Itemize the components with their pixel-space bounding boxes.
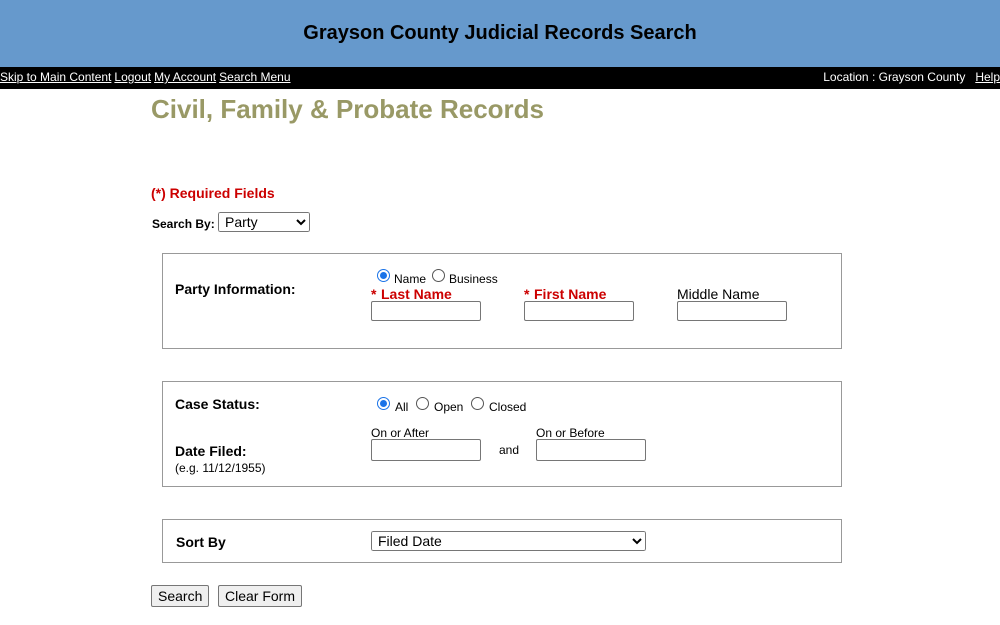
case-status-panel: Case Status: All Open Closed Date Filed:…: [162, 381, 842, 487]
header-banner: Grayson County Judicial Records Search: [0, 0, 1000, 67]
case-status-label: Case Status:: [175, 396, 260, 412]
search-button[interactable]: Search: [151, 585, 210, 607]
last-name-input[interactable]: [371, 301, 481, 321]
help-link[interactable]: Help: [975, 70, 1000, 84]
status-all-label: All: [395, 400, 409, 414]
business-radio-label: Business: [449, 272, 498, 286]
date-on-or-after-input[interactable]: [371, 439, 481, 461]
business-radio[interactable]: [432, 269, 445, 282]
status-closed-radio[interactable]: [471, 397, 484, 410]
sort-by-panel: Sort By Filed Date: [162, 519, 842, 563]
name-radio-label: Name: [394, 272, 427, 286]
site-title: Grayson County Judicial Records Search: [303, 22, 697, 44]
sort-by-label: Sort By: [176, 534, 226, 550]
location-text: Location : Grayson County: [823, 70, 966, 84]
on-or-after-label: On or After: [371, 426, 430, 440]
top-nav-bar: Skip to Main Content Logout My Account Sear…: [0, 67, 1000, 89]
date-format-example: (e.g. 11/12/1955): [175, 461, 266, 475]
date-on-or-before-input[interactable]: [536, 439, 646, 461]
first-name-label: First Name: [534, 286, 607, 302]
status-all-radio[interactable]: [377, 397, 390, 410]
last-name-required-mark: *: [371, 286, 377, 302]
party-information-label: Party Information:: [175, 281, 296, 297]
last-name-label: Last Name: [381, 286, 452, 302]
nav-links: Skip to Main Content Logout My Account Sear…: [0, 70, 294, 84]
search-menu-link[interactable]: Search Menu: [219, 70, 290, 84]
search-by-select[interactable]: Party: [218, 212, 310, 232]
date-filed-label: Date Filed:: [175, 443, 247, 459]
my-account-link[interactable]: My Account: [154, 70, 216, 84]
nav-right: Location : Grayson County Help: [823, 70, 1000, 84]
first-name-required-mark: *: [524, 286, 530, 302]
name-radio[interactable]: [377, 269, 390, 282]
page-title: Civil, Family & Probate Records: [151, 94, 545, 124]
status-open-label: Open: [434, 400, 464, 414]
search-by-label: Search By:: [152, 217, 215, 231]
first-name-input[interactable]: [524, 301, 634, 321]
required-fields-note: (*) Required Fields: [151, 185, 275, 201]
skip-to-main-content-link[interactable]: Skip to Main Content: [0, 70, 111, 84]
party-information-panel: Party Information: Name Business * Last …: [162, 253, 842, 349]
clear-form-button[interactable]: Clear Form: [218, 585, 303, 607]
and-label: and: [499, 443, 520, 457]
status-open-radio[interactable]: [416, 397, 429, 410]
status-closed-label: Closed: [489, 400, 527, 414]
on-or-before-label: On or Before: [536, 426, 605, 440]
logout-link[interactable]: Logout: [114, 70, 151, 84]
sort-by-select[interactable]: Filed Date: [371, 531, 646, 551]
middle-name-label: Middle Name: [677, 286, 760, 302]
middle-name-input[interactable]: [677, 301, 787, 321]
